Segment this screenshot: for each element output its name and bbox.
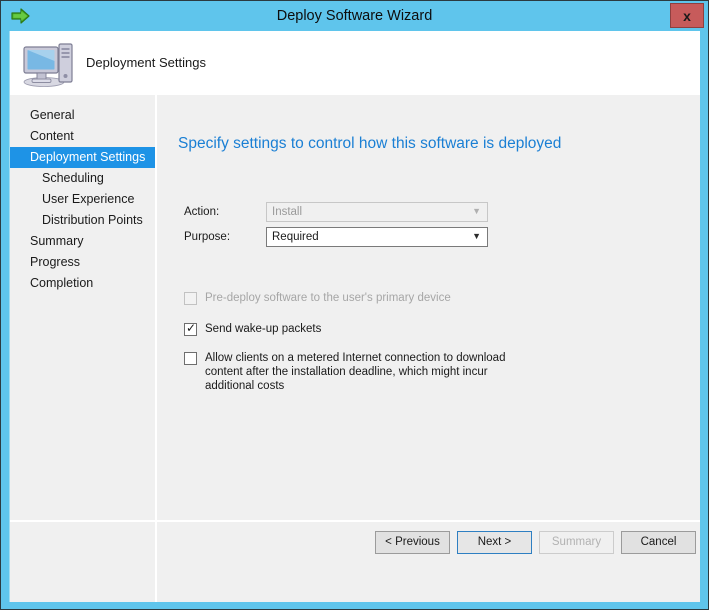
action-dropdown-value: Install: [272, 206, 303, 218]
sidebar-item-completion[interactable]: Completion: [10, 273, 155, 294]
wakeup-checkbox[interactable]: ✓: [184, 321, 197, 336]
action-dropdown: Install ▼: [266, 202, 488, 222]
wizard-button-bar: < Previous Next > Summary Cancel: [159, 531, 700, 561]
sidebar-item-general[interactable]: General: [10, 105, 155, 126]
page-title: Specify settings to control how this sof…: [178, 135, 562, 152]
footer-divider: [10, 520, 700, 522]
purpose-dropdown[interactable]: Required ▼: [266, 227, 488, 247]
close-icon[interactable]: x: [670, 3, 704, 28]
sidebar-item-distribution-points[interactable]: Distribution Points: [10, 210, 155, 231]
predeploy-checkbox: [184, 292, 197, 305]
summary-button: Summary: [539, 531, 614, 554]
metered-checkbox[interactable]: [184, 352, 197, 365]
next-button[interactable]: Next >: [457, 531, 532, 554]
window-client-area: Deployment Settings General Content Depl…: [9, 31, 700, 602]
wizard-step-nav: General Content Deployment Settings Sche…: [10, 95, 157, 602]
deploy-software-wizard-window: Deploy Software Wizard x Deployment Sett…: [0, 0, 709, 610]
purpose-dropdown-value: Required: [272, 231, 319, 243]
sidebar-item-summary[interactable]: Summary: [10, 231, 155, 252]
window-title: Deploy Software Wizard: [276, 8, 433, 24]
sidebar-item-scheduling[interactable]: Scheduling: [10, 168, 155, 189]
title-bar: Deploy Software Wizard x: [1, 1, 708, 31]
sidebar-item-progress[interactable]: Progress: [10, 252, 155, 273]
wakeup-checkbox-label: Send wake-up packets: [205, 323, 322, 335]
purpose-row: Purpose: Required ▼: [184, 227, 494, 247]
action-row: Action: Install ▼: [184, 202, 494, 222]
computer-icon: [20, 37, 74, 89]
sidebar-item-content[interactable]: Content: [10, 126, 155, 147]
sidebar-item-deployment-settings[interactable]: Deployment Settings: [10, 147, 155, 168]
cancel-button[interactable]: Cancel: [621, 531, 696, 554]
purpose-label: Purpose:: [184, 231, 231, 243]
chevron-down-icon: ▼: [472, 206, 481, 216]
chevron-down-icon: ▼: [472, 231, 481, 241]
metered-checkbox-label: Allow clients on a metered Internet conn…: [205, 352, 506, 392]
wizard-content-panel: Specify settings to control how this sof…: [159, 95, 700, 602]
wizard-header: Deployment Settings: [10, 31, 700, 95]
header-title: Deployment Settings: [86, 55, 206, 70]
action-label: Action:: [184, 206, 220, 218]
sidebar-item-user-experience[interactable]: User Experience: [10, 189, 155, 210]
check-icon: ✓: [186, 321, 197, 335]
previous-button[interactable]: < Previous: [375, 531, 450, 554]
predeploy-checkbox-label: Pre-deploy software to the user's primar…: [205, 292, 451, 304]
